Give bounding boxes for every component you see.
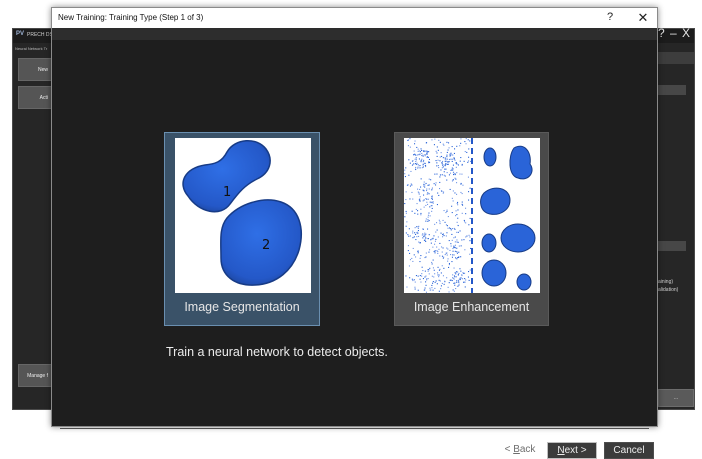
next-button[interactable]: Next > — [547, 442, 597, 459]
app-logo-icon: PV — [16, 31, 25, 37]
dialog-titlebar: New Training: Training Type (Step 1 of 3… — [52, 8, 657, 29]
clean-half — [480, 145, 536, 291]
cancel-button[interactable]: Cancel — [604, 442, 654, 459]
clean-blob — [481, 233, 497, 253]
background-manage-button[interactable]: Manage f — [18, 364, 52, 387]
background-panel-bar — [658, 85, 686, 95]
enhancement-noisy-vs-clean-icon — [404, 138, 536, 293]
option-image-segmentation[interactable]: 1 2 Image Segmentation — [164, 132, 320, 326]
dialog-body: 1 2 Image Segmentation Image Enhancement… — [52, 40, 657, 459]
background-panel-text: alidation) — [658, 287, 679, 293]
background-new-button[interactable]: New — [18, 58, 52, 81]
background-actions-button[interactable]: Acti — [18, 86, 52, 109]
dialog-header-strip — [52, 28, 657, 40]
back-label: ack — [519, 444, 536, 455]
background-minimize-button[interactable]: – — [670, 26, 677, 40]
back-button[interactable]: < Back — [499, 442, 541, 459]
clean-blob — [480, 187, 511, 215]
noisy-half — [404, 138, 472, 293]
next-label: ext > — [564, 445, 587, 456]
background-close-button[interactable]: X — [682, 26, 690, 40]
training-type-dialog: New Training: Training Type (Step 1 of 3… — [51, 7, 658, 459]
background-panel-bar — [658, 241, 686, 251]
clean-blob — [483, 147, 497, 167]
segment-blob-2 — [220, 199, 302, 286]
enhancement-illustration — [404, 138, 540, 293]
clean-blob — [481, 259, 507, 287]
clean-blob — [516, 273, 532, 291]
background-subtitle: Neural Network Tr — [15, 46, 48, 51]
clean-blob — [500, 223, 536, 253]
option-label: Image Enhancement — [413, 300, 530, 314]
segment-label-2: 2 — [262, 238, 270, 253]
close-button[interactable]: ✕ — [634, 9, 652, 27]
option-image-enhancement[interactable]: Image Enhancement — [394, 132, 549, 326]
segmentation-blobs-icon: 1 2 — [182, 140, 302, 286]
clean-blob — [509, 145, 533, 180]
next-accel: N — [557, 445, 565, 456]
background-panel-button[interactable]: ... — [658, 389, 694, 407]
dialog-title: New Training: Training Type (Step 1 of 3… — [58, 13, 204, 22]
back-arrow: < — [504, 444, 514, 455]
background-app-title: PRECH DS — [27, 32, 53, 38]
segmentation-illustration: 1 2 — [175, 138, 311, 293]
back-accel: B — [513, 444, 520, 455]
option-label: Image Segmentation — [184, 300, 300, 314]
help-button[interactable]: ? — [607, 11, 613, 23]
segment-label-1: 1 — [223, 185, 231, 200]
footer-separator — [60, 428, 649, 429]
option-description: Train a neural network to detect objects… — [166, 345, 388, 359]
background-input[interactable] — [658, 52, 694, 64]
background-help-button[interactable]: ? — [658, 26, 665, 40]
background-panel-text: aining) — [658, 279, 674, 285]
